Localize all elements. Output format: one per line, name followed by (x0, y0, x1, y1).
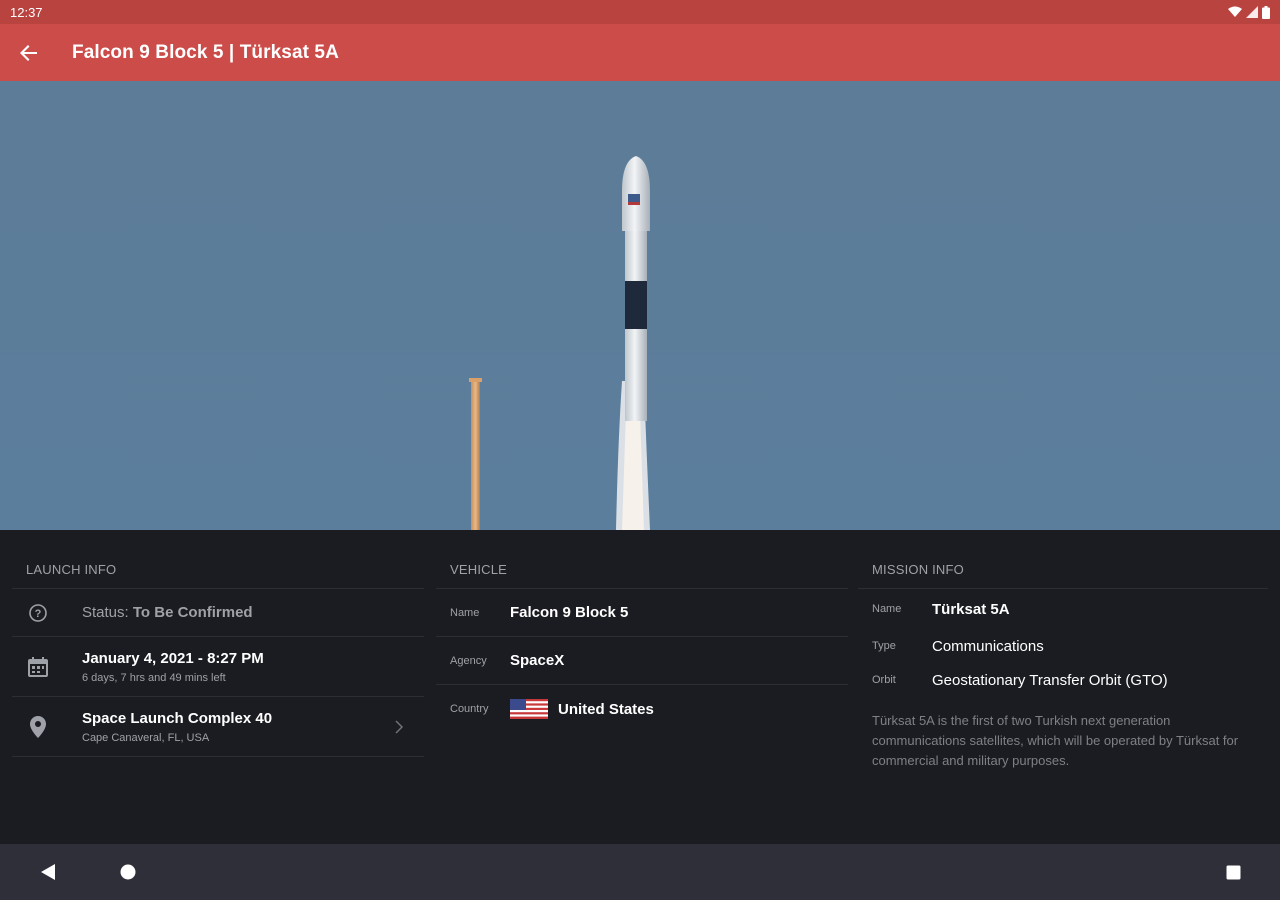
vehicle-name-value: Falcon 9 Block 5 (510, 604, 629, 621)
mission-description: Türksat 5A is the first of two Turkish n… (872, 713, 1239, 768)
countdown-text: 6 days, 7 hrs and 49 mins left (82, 671, 226, 684)
mission-type-row: Type Communications (858, 629, 1268, 663)
rocket-launch-photo (0, 81, 1280, 530)
status-bar: 12:37 (0, 0, 1280, 24)
help-circle-icon: ? (29, 603, 47, 622)
mission-orbit-label: Orbit (872, 674, 896, 686)
signal-icon (1246, 6, 1258, 18)
vehicle-agency-value: SpaceX (510, 652, 565, 669)
mission-name-value: Türksat 5A (932, 600, 1010, 618)
location-sub: Cape Canaveral, FL, USA (82, 731, 210, 744)
mission-info-card: MISSION INFO Name Türksat 5A Type Commun… (858, 530, 1268, 771)
nav-home-button[interactable] (100, 844, 156, 900)
nav-recents-button[interactable] (1205, 844, 1261, 900)
launch-info-title: LAUNCH INFO (12, 530, 424, 589)
mission-name-label: Name (872, 603, 902, 615)
circle-home-icon (120, 864, 136, 880)
arrow-left-icon (20, 44, 37, 61)
location-pin-icon (30, 715, 46, 738)
launch-date: January 4, 2021 - 8:27 PM (82, 649, 264, 667)
mission-name-row: Name Türksat 5A (858, 589, 1268, 629)
vehicle-agency-row: Agency SpaceX (436, 637, 848, 685)
chevron-right-icon (395, 719, 404, 734)
mission-orbit-value: Geostationary Transfer Orbit (GTO) (932, 671, 1168, 689)
square-recents-icon (1226, 865, 1240, 879)
status-icons (1228, 5, 1270, 19)
app-bar: Falcon 9 Block 5 | Türksat 5A (0, 24, 1280, 81)
vehicle-title: VEHICLE (436, 530, 848, 589)
launch-image (0, 81, 1280, 530)
svg-text:?: ? (35, 608, 42, 620)
vehicle-country-label: Country (450, 703, 489, 715)
vehicle-card: VEHICLE Name Falcon 9 Block 5 Agency Spa… (436, 530, 848, 733)
page-title: Falcon 9 Block 5 | Türksat 5A (72, 41, 339, 63)
vehicle-country-value: United States (558, 700, 654, 718)
status-time: 12:37 (10, 4, 43, 20)
us-flag-icon (510, 699, 548, 719)
triangle-back-icon (41, 864, 55, 880)
location-row[interactable]: Space Launch Complex 40 Cape Canaveral, … (12, 697, 424, 757)
calendar-icon (28, 656, 48, 677)
system-nav-bar (0, 844, 1280, 900)
vehicle-agency-label: Agency (450, 654, 487, 667)
status-text: Status: To Be Confirmed (82, 604, 253, 621)
date-row: January 4, 2021 - 8:27 PM 6 days, 7 hrs … (12, 637, 424, 697)
details-panel: LAUNCH INFO ? Status: To Be Confirmed Ja… (0, 530, 1280, 844)
nav-back-button[interactable] (20, 844, 76, 900)
launch-info-card: LAUNCH INFO ? Status: To Be Confirmed Ja… (12, 530, 424, 757)
vehicle-name-label: Name (450, 606, 480, 619)
status-row: ? Status: To Be Confirmed (12, 589, 424, 637)
wifi-icon (1228, 6, 1242, 17)
mission-type-value: Communications (932, 637, 1044, 655)
battery-icon (1262, 5, 1270, 19)
vehicle-name-row: Name Falcon 9 Block 5 (436, 589, 848, 637)
status-label: Status: (82, 604, 129, 621)
status-value: To Be Confirmed (132, 604, 253, 621)
back-button[interactable] (1, 25, 57, 81)
vehicle-country-row: Country United States (436, 685, 848, 733)
mission-info-title: MISSION INFO (858, 530, 1268, 589)
mission-orbit-row: Orbit Geostationary Transfer Orbit (GTO) (858, 663, 1268, 697)
location-name: Space Launch Complex 40 (82, 709, 273, 727)
mission-type-label: Type (872, 640, 896, 652)
